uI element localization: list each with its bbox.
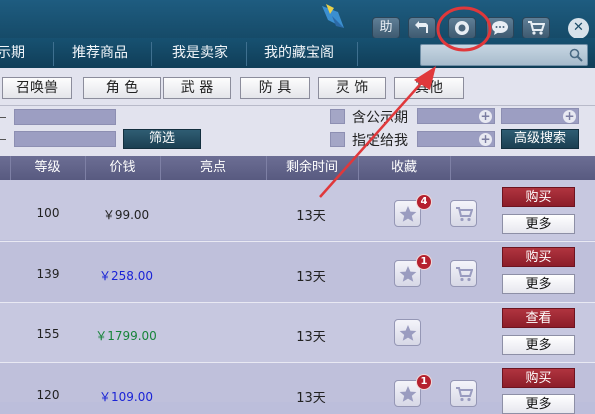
search-icon[interactable] [569, 48, 583, 62]
tab-divider [246, 42, 247, 66]
server-select-2[interactable]: + [501, 108, 579, 124]
level-value: 139 [36, 267, 60, 281]
public-period-label: 含公示期 [352, 110, 408, 126]
add-to-cart-button[interactable] [450, 260, 477, 287]
star-icon [399, 325, 417, 341]
range-dash [0, 139, 6, 140]
column-level[interactable]: 等级 [10, 156, 85, 180]
range-min-input[interactable] [14, 109, 116, 125]
table-row: 120 ￥109.00 13天 1 购买 更多 [0, 363, 595, 414]
category-bar: 召唤兽 角 色 武 器 防 具 灵 饰 其他 [0, 68, 595, 106]
public-period-checkbox[interactable] [330, 109, 345, 124]
cart-icon [528, 21, 546, 35]
designated-checkbox[interactable] [330, 132, 345, 147]
category-summon-beast[interactable]: 召唤兽 [2, 77, 72, 99]
column-time-left[interactable]: 剩余时间 [266, 156, 358, 180]
record-button[interactable] [448, 17, 476, 39]
table-header: 等级 价钱 亮点 剩余时间 收藏 [0, 156, 595, 180]
cart-icon [456, 387, 473, 402]
range-dash [0, 117, 6, 118]
favorite-count-badge: 1 [416, 374, 432, 390]
tab-recommended[interactable]: 推荐商品 [72, 38, 128, 68]
price-value: ￥258.00 [99, 269, 153, 283]
category-armor[interactable]: 防 具 [240, 77, 310, 99]
category-character[interactable]: 角 色 [83, 77, 161, 99]
advanced-search-button[interactable]: 高级搜索 [501, 129, 579, 149]
cart-icon [456, 207, 473, 222]
plus-icon[interactable]: + [479, 110, 492, 123]
server-select-3[interactable]: + [417, 131, 495, 147]
mascot-icon [322, 4, 344, 28]
tab-divider [53, 42, 54, 66]
help-button[interactable]: 助 [372, 17, 400, 39]
tab-divider [357, 42, 358, 66]
tab-seller[interactable]: 我是卖家 [172, 38, 228, 68]
search-input[interactable] [420, 44, 588, 66]
column-highlight: 亮点 [199, 160, 226, 175]
column-divider [450, 156, 451, 180]
time-left-value: 13天 [296, 391, 326, 406]
buy-button[interactable]: 购买 [502, 247, 575, 267]
record-icon [455, 21, 469, 35]
column-price[interactable]: 价钱 [85, 156, 160, 180]
range-max-input[interactable] [14, 131, 116, 147]
designated-label: 指定给我 [352, 133, 408, 149]
close-button[interactable]: ✕ [568, 18, 589, 39]
level-value: 120 [36, 388, 60, 402]
help-label: 助 [379, 20, 393, 35]
price-value: ￥1799.00 [95, 329, 157, 343]
title-bar: 助 ✕ [0, 0, 595, 42]
time-left-value: 13天 [296, 270, 326, 285]
more-button[interactable]: 更多 [502, 274, 575, 294]
time-left-value: 13天 [296, 330, 326, 345]
back-icon [415, 21, 428, 33]
buy-button[interactable]: 购买 [502, 368, 575, 388]
tab-my-treasure[interactable]: 我的藏宝阁 [264, 38, 334, 68]
category-other[interactable]: 其他 [394, 77, 464, 99]
tab-public-period[interactable]: 示期 [0, 38, 25, 68]
price-value: ￥109.00 [99, 390, 153, 404]
add-to-cart-button[interactable] [450, 380, 477, 407]
plus-icon[interactable]: + [563, 110, 576, 123]
more-button[interactable]: 更多 [502, 335, 575, 355]
chat-button[interactable] [486, 17, 514, 39]
buy-button[interactable]: 购买 [502, 187, 575, 207]
category-accessory[interactable]: 灵 饰 [318, 77, 386, 99]
time-left-value: 13天 [296, 209, 326, 224]
star-icon [399, 386, 417, 402]
add-to-cart-button[interactable] [450, 200, 477, 227]
level-value: 155 [36, 327, 60, 341]
table-row: 100 ￥99.00 13天 4 购买 更多 [0, 180, 595, 240]
cart-icon [456, 267, 473, 282]
close-icon: ✕ [573, 20, 584, 35]
star-icon [399, 266, 417, 282]
level-value: 100 [36, 206, 60, 220]
view-button[interactable]: 查看 [502, 308, 575, 328]
more-button[interactable]: 更多 [502, 394, 575, 414]
filter-panel: 筛选 含公示期 + + 指定给我 + 高级搜索 [0, 106, 595, 156]
favorite-count-badge: 4 [416, 194, 432, 210]
filter-button[interactable]: 筛选 [123, 129, 201, 149]
plus-icon[interactable]: + [479, 133, 492, 146]
favorite-button[interactable] [394, 319, 421, 346]
category-weapon[interactable]: 武 器 [163, 77, 231, 99]
shopping-cart-button[interactable] [522, 17, 550, 39]
star-icon [399, 206, 417, 222]
price-value: ￥99.00 [102, 208, 150, 222]
favorite-count-badge: 1 [416, 254, 432, 270]
chat-icon [492, 21, 508, 35]
table-row: 155 ￥1799.00 13天 查看 更多 [0, 303, 595, 363]
tab-divider [151, 42, 152, 66]
server-select-1[interactable]: + [417, 108, 495, 124]
more-button[interactable]: 更多 [502, 214, 575, 234]
back-button[interactable] [408, 17, 436, 39]
column-favorite: 收藏 [390, 160, 417, 175]
table-row: 139 ￥258.00 13天 1 购买 更多 [0, 242, 595, 302]
